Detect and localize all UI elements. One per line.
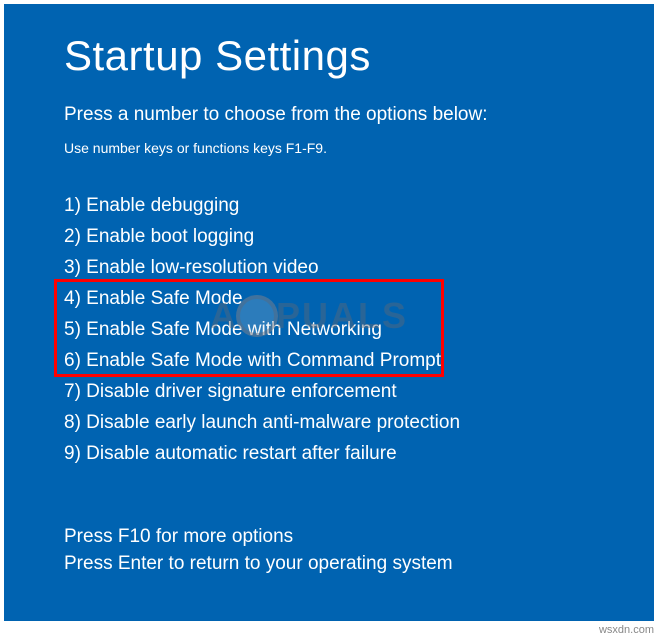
option-disable-anti-malware[interactable]: 8) Disable early launch anti-malware pro… [64,407,602,438]
option-safe-mode-command-prompt[interactable]: 6) Enable Safe Mode with Command Prompt [64,345,602,376]
hint-text: Use number keys or functions keys F1-F9. [64,140,602,156]
option-boot-logging[interactable]: 2) Enable boot logging [64,221,602,252]
option-safe-mode-networking[interactable]: 5) Enable Safe Mode with Networking [64,314,602,345]
startup-settings-screen: Startup Settings Press a number to choos… [4,4,654,621]
options-list: 1) Enable debugging 2) Enable boot loggi… [64,190,602,469]
page-title: Startup Settings [64,32,602,80]
footer-more-options: Press F10 for more options [64,523,602,550]
option-safe-mode[interactable]: 4) Enable Safe Mode [64,283,602,314]
option-disable-driver-signature[interactable]: 7) Disable driver signature enforcement [64,376,602,407]
footer-return: Press Enter to return to your operating … [64,550,602,577]
instruction-text: Press a number to choose from the option… [64,104,602,126]
option-low-resolution[interactable]: 3) Enable low-resolution video [64,252,602,283]
option-debugging[interactable]: 1) Enable debugging [64,190,602,221]
option-disable-auto-restart[interactable]: 9) Disable automatic restart after failu… [64,438,602,469]
attribution-text: wsxdn.com [599,624,654,636]
